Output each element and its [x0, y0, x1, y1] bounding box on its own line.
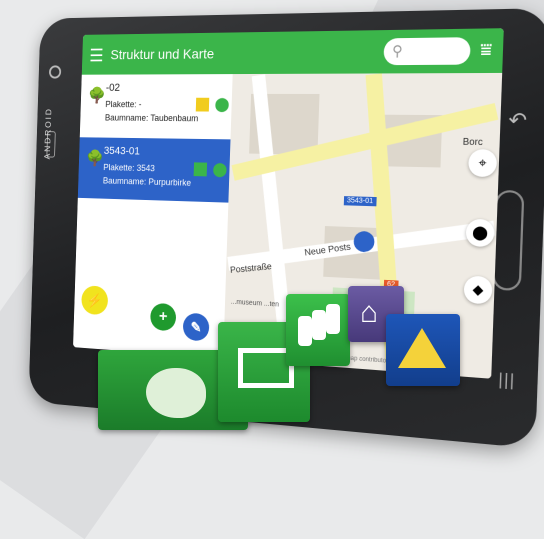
files-app-icon — [286, 294, 350, 366]
marker-label: 3543-01 — [343, 196, 377, 207]
back-icon[interactable]: ↶ — [508, 107, 528, 134]
filter-icon[interactable]: ⩸ — [480, 39, 493, 61]
chat-bubble-icon — [146, 368, 206, 418]
location-pin-icon[interactable]: ⬤ — [214, 96, 229, 113]
layers-icon[interactable]: ◆ — [463, 275, 493, 305]
hamburger-menu-icon[interactable]: ☰ — [89, 46, 104, 66]
edit-button[interactable]: ✎ — [182, 312, 210, 342]
place-marker-icon[interactable]: ⬤ — [465, 218, 495, 248]
tree-icon: 🌳 — [87, 87, 106, 105]
status-square — [195, 97, 210, 112]
house-icon: ⌂ — [360, 296, 379, 329]
search-input[interactable]: ⚲ — [383, 37, 471, 66]
tree-list: 🌳 -02 Plakette: - Baumname: Taubenbaum ⬤… — [73, 74, 233, 359]
item-plakette: Plakette: - — [105, 99, 142, 110]
my-location-icon[interactable]: ⌖ — [468, 149, 498, 178]
item-id: -02 — [105, 82, 121, 94]
list-item-selected[interactable]: 🌳 3543-01 Plakette: 3543 Baumname: Purpu… — [77, 137, 231, 203]
tree-icon: 🌳 — [85, 150, 104, 168]
status-square — [193, 162, 208, 177]
street-label: Borc — [462, 136, 483, 148]
app-toolbar: ☰ Struktur und Karte ⚲ ⩸ — [81, 28, 504, 75]
add-button[interactable]: + — [149, 302, 177, 332]
page-icon — [312, 310, 326, 340]
flash-button[interactable]: ⚡ — [81, 285, 109, 316]
search-icon: ⚲ — [391, 42, 404, 59]
triangle-app-icon — [386, 314, 460, 386]
page-icon — [298, 316, 312, 346]
page-icon — [326, 304, 340, 334]
item-id: 3543-01 — [103, 145, 141, 158]
map-marker-icon[interactable]: ⬤ — [352, 227, 376, 254]
brand-label: ANDROID — [42, 107, 54, 160]
item-baumname: Baumname: Purpurbirke — [102, 175, 192, 188]
item-plakette: Plakette: 3543 — [103, 162, 155, 174]
poi-label: ...museum ...ten — [230, 298, 280, 309]
location-pin-icon[interactable]: ⬤ — [212, 161, 227, 178]
triangle-icon — [398, 328, 446, 368]
page-title: Struktur und Karte — [110, 45, 215, 63]
menu-icon[interactable]: ||| — [498, 371, 516, 391]
list-item[interactable]: 🌳 -02 Plakette: - Baumname: Taubenbaum ⬤ — [79, 74, 233, 138]
item-baumname: Baumname: Taubenbaum — [104, 112, 199, 124]
